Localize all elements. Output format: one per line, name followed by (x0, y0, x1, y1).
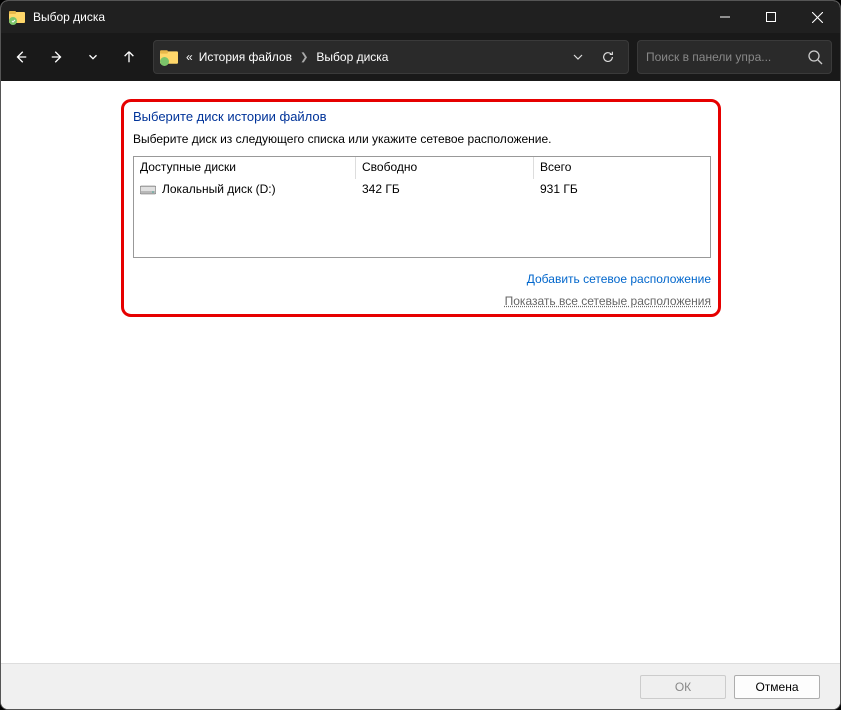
content-area: Выберите диск истории файлов Выберите ди… (1, 81, 840, 663)
breadcrumb-prefix: « (184, 48, 195, 66)
col-available[interactable]: Доступные диски (134, 157, 356, 179)
link-area: Добавить сетевое расположение Показать в… (133, 268, 711, 312)
address-bar[interactable]: « История файлов ❯ Выбор диска (153, 40, 629, 74)
back-button[interactable] (5, 41, 37, 73)
maximize-button[interactable] (748, 1, 794, 33)
search-placeholder: Поиск в панели упра... (646, 50, 807, 64)
window-controls (702, 1, 840, 33)
col-free[interactable]: Свободно (356, 157, 534, 179)
forward-button[interactable] (41, 41, 73, 73)
search-icon (807, 49, 823, 65)
search-input[interactable]: Поиск в панели упра... (637, 40, 832, 74)
table-header: Доступные диски Свободно Всего (134, 157, 710, 179)
minimize-button[interactable] (702, 1, 748, 33)
drive-free: 342 ГБ (362, 182, 400, 196)
chevron-right-icon: ❯ (296, 52, 312, 63)
ok-button[interactable]: ОК (640, 675, 726, 699)
drive-icon (140, 184, 156, 195)
breadcrumb-level2[interactable]: Выбор диска (314, 48, 390, 66)
close-button[interactable] (794, 1, 840, 33)
drive-total: 931 ГБ (540, 182, 578, 196)
refresh-button[interactable] (594, 43, 622, 71)
up-button[interactable] (113, 41, 145, 73)
panel-description: Выберите диск из следующего списка или у… (133, 132, 711, 146)
chevron-down-icon[interactable] (564, 43, 592, 71)
add-network-link[interactable]: Добавить сетевое расположение (133, 268, 711, 290)
drive-name: Локальный диск (D:) (162, 182, 276, 196)
navbar: « История файлов ❯ Выбор диска Поиск в п… (1, 33, 840, 81)
panel-heading: Выберите диск истории файлов (133, 109, 711, 124)
window: Выбор диска « История файлов ❯ Выбор дис… (0, 0, 841, 710)
cancel-button[interactable]: Отмена (734, 675, 820, 699)
app-icon (9, 9, 25, 25)
select-drive-panel: Выберите диск истории файлов Выберите ди… (133, 109, 711, 312)
window-title: Выбор диска (33, 10, 105, 24)
table-row[interactable]: Локальный диск (D:) 342 ГБ 931 ГБ (134, 179, 710, 199)
col-total[interactable]: Всего (534, 157, 710, 179)
recent-button[interactable] (77, 41, 109, 73)
drive-table: Доступные диски Свободно Всего Локальный… (133, 156, 711, 258)
footer: ОК Отмена (1, 663, 840, 709)
breadcrumb-level1[interactable]: История файлов (197, 48, 294, 66)
show-all-link[interactable]: Показать все сетевые расположения (133, 290, 711, 312)
folder-icon (160, 48, 178, 66)
table-body: Локальный диск (D:) 342 ГБ 931 ГБ (134, 179, 710, 257)
titlebar: Выбор диска (1, 1, 840, 33)
